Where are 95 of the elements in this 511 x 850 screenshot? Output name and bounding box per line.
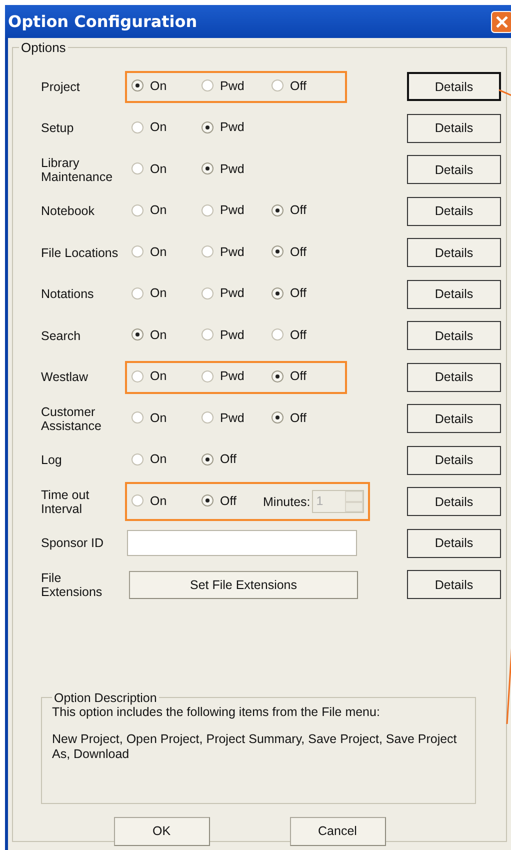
- radio-option[interactable]: Off: [271, 203, 306, 217]
- radio-button-icon[interactable]: [201, 79, 214, 92]
- option-label: Notebook: [40, 204, 96, 218]
- radio-button-icon[interactable]: [131, 494, 144, 507]
- radio-button-icon[interactable]: [131, 120, 144, 134]
- option-label: Library Maintenance: [40, 156, 114, 184]
- radio-button-icon[interactable]: [271, 286, 284, 300]
- radio-option[interactable]: On: [131, 162, 167, 176]
- details-button[interactable]: Details: [407, 196, 501, 226]
- option-label: Westlaw: [40, 370, 90, 384]
- option-label: Search: [40, 328, 82, 343]
- option-label: Log: [40, 453, 63, 468]
- option-label: Customer Assistance: [40, 404, 102, 433]
- set-file-extensions-button[interactable]: Set File Extensions: [129, 570, 358, 599]
- details-button[interactable]: Details: [407, 238, 501, 268]
- details-button[interactable]: Details: [407, 321, 501, 350]
- radio-option[interactable]: Pwd: [201, 203, 244, 217]
- option-label: File Extensions: [40, 570, 104, 599]
- details-button[interactable]: Details: [407, 280, 501, 309]
- details-button[interactable]: Details: [407, 404, 501, 434]
- radio-button-icon[interactable]: [131, 370, 144, 382]
- radio-option[interactable]: On: [131, 203, 167, 217]
- details-button[interactable]: Details: [407, 487, 501, 516]
- radio-option[interactable]: Off: [271, 369, 306, 383]
- radio-button-icon[interactable]: [201, 411, 214, 424]
- radio-option[interactable]: Off: [201, 452, 236, 466]
- close-icon[interactable]: [491, 10, 511, 32]
- radio-button-icon[interactable]: [201, 494, 214, 507]
- radio-button-icon[interactable]: [271, 411, 284, 424]
- radio-option[interactable]: Pwd: [201, 162, 244, 176]
- radio-option[interactable]: Off: [271, 286, 306, 300]
- radio-button-icon[interactable]: [201, 162, 214, 175]
- radio-option[interactable]: Pwd: [201, 369, 244, 383]
- radio-button-icon[interactable]: [271, 245, 284, 258]
- radio-option[interactable]: On: [131, 286, 167, 300]
- dialog-button[interactable]: Cancel: [290, 816, 386, 846]
- radio-option[interactable]: On: [131, 494, 167, 508]
- group-title: Options: [20, 40, 67, 55]
- details-button[interactable]: Details: [407, 446, 501, 475]
- radio-button-icon[interactable]: [131, 452, 144, 466]
- radio-option[interactable]: Off: [271, 410, 306, 424]
- description-text: This option includes the following items from the File menu:: [52, 704, 381, 720]
- radio-option[interactable]: On: [131, 328, 167, 342]
- minutes-label: Minutes:: [263, 494, 310, 509]
- radio-option[interactable]: On: [131, 410, 167, 424]
- radio-option[interactable]: Off: [271, 78, 306, 92]
- radio-button-icon[interactable]: [131, 286, 144, 300]
- radio-button-icon[interactable]: [131, 162, 144, 175]
- details-button[interactable]: Details: [407, 528, 501, 558]
- dialog-button[interactable]: OK: [114, 816, 210, 846]
- sponsor-id-field[interactable]: [127, 530, 357, 556]
- radio-button-icon[interactable]: [271, 328, 284, 341]
- details-button[interactable]: Details: [407, 72, 501, 102]
- radio-option[interactable]: On: [131, 244, 167, 258]
- radio-button-icon[interactable]: [201, 328, 214, 341]
- radio-option[interactable]: On: [131, 78, 167, 92]
- radio-option[interactable]: Pwd: [201, 120, 244, 134]
- radio-button-icon[interactable]: [201, 204, 214, 216]
- radio-button-icon[interactable]: [201, 370, 214, 382]
- radio-option[interactable]: On: [131, 452, 167, 466]
- option-label: File Locations: [40, 246, 120, 260]
- option-label: Sponsor ID: [40, 536, 105, 550]
- radio-button-icon[interactable]: [271, 79, 284, 92]
- radio-option[interactable]: Pwd: [201, 286, 244, 300]
- radio-button-icon[interactable]: [201, 286, 214, 300]
- radio-option[interactable]: Off: [271, 244, 306, 258]
- radio-button-icon[interactable]: [131, 79, 144, 92]
- radio-option[interactable]: On: [131, 369, 167, 383]
- radio-button-icon[interactable]: [271, 370, 284, 382]
- radio-button-icon[interactable]: [271, 204, 284, 216]
- option-label: Project: [40, 80, 81, 94]
- radio-button-icon[interactable]: [131, 411, 144, 424]
- radio-button-icon[interactable]: [131, 204, 144, 216]
- radio-option[interactable]: Pwd: [201, 244, 244, 258]
- radio-button-icon[interactable]: [131, 328, 144, 341]
- option-label: Setup: [40, 121, 75, 136]
- radio-option[interactable]: Pwd: [201, 410, 244, 424]
- details-button[interactable]: Details: [407, 362, 501, 392]
- radio-button-icon[interactable]: [201, 245, 214, 258]
- option-label: Time out Interval: [40, 488, 90, 516]
- option-label: Notations: [40, 287, 95, 302]
- radio-option[interactable]: Pwd: [201, 78, 244, 92]
- radio-button-icon[interactable]: [201, 452, 214, 466]
- radio-option[interactable]: Pwd: [201, 328, 244, 342]
- radio-button-icon[interactable]: [201, 120, 214, 134]
- group-title: Option Description: [53, 690, 158, 704]
- radio-option[interactable]: Off: [201, 494, 236, 508]
- details-button[interactable]: Details: [407, 114, 501, 143]
- details-button[interactable]: Details: [407, 155, 501, 184]
- description-text: New Project, Open Project, Project Summary, Save Project, Save Project As, Download: [52, 732, 458, 762]
- radio-option[interactable]: Off: [271, 328, 306, 342]
- details-button[interactable]: Details: [407, 570, 501, 600]
- radio-button-icon[interactable]: [131, 245, 144, 258]
- window-title: Option Configuration: [8, 12, 198, 31]
- radio-option[interactable]: On: [131, 120, 167, 134]
